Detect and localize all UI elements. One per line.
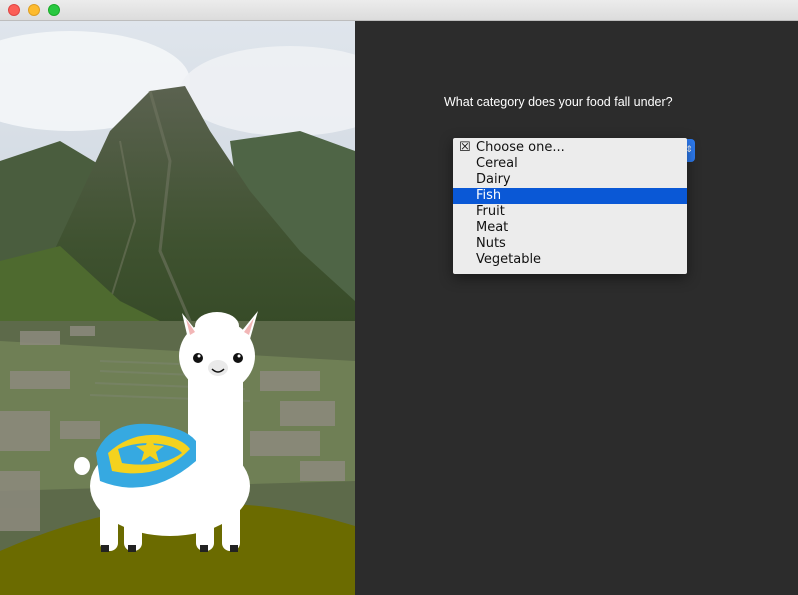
option-label: Fish (476, 188, 502, 203)
dropdown-option-meat[interactable]: Meat (453, 220, 687, 236)
dropdown-option-fish[interactable]: Fish (453, 188, 687, 204)
option-label: Nuts (476, 236, 506, 251)
close-window-button[interactable] (8, 4, 20, 16)
dropdown-option-nuts[interactable]: Nuts (453, 236, 687, 252)
maximize-window-button[interactable] (48, 4, 60, 16)
option-label: Dairy (476, 172, 511, 187)
option-label: Fruit (476, 204, 505, 219)
option-label: Choose one... (476, 140, 565, 155)
option-label: Meat (476, 220, 509, 235)
dropdown-option-choose-one[interactable]: ☒ Choose one... (453, 140, 687, 156)
minimize-window-button[interactable] (28, 4, 40, 16)
dropdown-option-cereal[interactable]: Cereal (453, 156, 687, 172)
dropdown-option-dairy[interactable]: Dairy (453, 172, 687, 188)
scene-image-panel (0, 21, 355, 595)
option-label: Cereal (476, 156, 518, 171)
machu-picchu-llama-illustration (0, 21, 355, 595)
dropdown-option-fruit[interactable]: Fruit (453, 204, 687, 220)
option-label: Vegetable (476, 252, 542, 267)
ballot-x-icon: ☒ (459, 140, 471, 155)
title-bar (0, 0, 798, 21)
question-label: What category does your food fall under? (444, 95, 673, 109)
dropdown-option-vegetable[interactable]: Vegetable (453, 252, 687, 268)
quiz-panel: What category does your food fall under? (355, 21, 798, 595)
category-dropdown-menu[interactable]: ☒ Choose one... Cereal Dairy Fish Fruit … (453, 138, 687, 274)
